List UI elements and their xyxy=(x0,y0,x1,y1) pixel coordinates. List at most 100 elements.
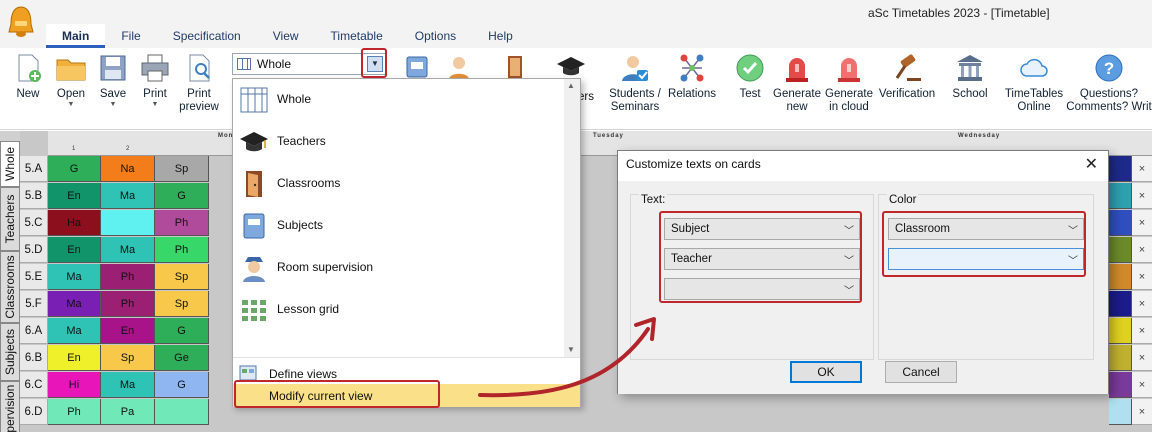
side-tab-classrooms[interactable]: Classrooms xyxy=(0,251,20,323)
lesson-card[interactable] xyxy=(1109,183,1132,209)
side-tab-supervision[interactable]: Supervision xyxy=(0,381,20,432)
lesson-card[interactable]: Ma xyxy=(101,183,155,209)
lesson-card[interactable]: Ph xyxy=(101,264,155,290)
dropdown-item-teachers[interactable]: Teachers xyxy=(233,121,564,163)
lesson-card[interactable]: Ph xyxy=(101,291,155,317)
timetables-online-button[interactable]: TimeTables Online xyxy=(1004,52,1064,114)
lesson-card[interactable] xyxy=(1109,156,1132,182)
lesson-card[interactable] xyxy=(1109,264,1132,290)
row-close-icon[interactable]: × xyxy=(1132,237,1152,263)
tab-help[interactable]: Help xyxy=(472,24,529,48)
questions-button[interactable]: ? Questions? Comments? Writ xyxy=(1066,52,1152,114)
row-label[interactable]: 5.B xyxy=(20,183,48,209)
dropdown-item-whole[interactable]: Whole xyxy=(233,79,564,121)
row-label[interactable]: 5.A xyxy=(20,156,48,182)
lesson-card[interactable]: Sp xyxy=(155,264,209,290)
lesson-card[interactable]: Ph xyxy=(155,210,209,236)
test-button[interactable]: Test xyxy=(734,52,766,101)
dropdown-item-subjects[interactable]: Subjects xyxy=(233,205,564,247)
row-label[interactable]: 6.B xyxy=(20,345,48,371)
generate-new-button[interactable]: Generate new xyxy=(772,52,822,114)
lesson-card[interactable] xyxy=(1109,318,1132,344)
scroll-up-icon[interactable]: ▲ xyxy=(567,81,575,90)
row-label[interactable]: 5.F xyxy=(20,291,48,317)
row-close-icon[interactable]: × xyxy=(1132,156,1152,182)
lesson-card[interactable]: Na xyxy=(101,156,155,182)
lesson-card[interactable] xyxy=(1109,399,1132,425)
lesson-card[interactable]: Ha xyxy=(48,210,101,236)
teacher-icon[interactable] xyxy=(446,54,472,80)
open-button[interactable]: Open ▼ xyxy=(52,52,90,109)
row-label[interactable]: 5.C xyxy=(20,210,48,236)
row-close-icon[interactable]: × xyxy=(1132,399,1152,425)
lesson-card[interactable] xyxy=(1109,291,1132,317)
lesson-card[interactable]: G xyxy=(155,318,209,344)
subjects-icon[interactable] xyxy=(404,54,430,80)
row-close-icon[interactable]: × xyxy=(1132,345,1152,371)
side-tab-subjects[interactable]: Subjects xyxy=(0,323,20,381)
tab-main[interactable]: Main xyxy=(46,24,106,48)
lesson-card[interactable]: Ph xyxy=(155,237,209,263)
lesson-card[interactable]: Ma xyxy=(101,237,155,263)
lesson-card[interactable]: Hi xyxy=(48,372,101,398)
tab-timetable[interactable]: Timetable xyxy=(315,24,399,48)
row-label[interactable]: 6.D xyxy=(20,399,48,425)
row-label[interactable]: 5.D xyxy=(20,237,48,263)
side-tab-whole[interactable]: Whole xyxy=(0,141,20,187)
tab-file[interactable]: File xyxy=(105,24,156,48)
graduation-cap-icon[interactable] xyxy=(556,54,586,80)
row-label[interactable]: 6.C xyxy=(20,372,48,398)
generate-in-cloud-button[interactable]: Generate in cloud xyxy=(824,52,874,114)
lesson-card[interactable] xyxy=(1109,372,1132,398)
dropdown-item-classrooms[interactable]: Classrooms xyxy=(233,163,564,205)
app-bell-logo-icon[interactable] xyxy=(6,4,36,40)
lesson-card[interactable]: En xyxy=(101,318,155,344)
lesson-card[interactable] xyxy=(1109,210,1132,236)
lesson-card[interactable]: Pa xyxy=(101,399,155,425)
lesson-card[interactable]: Sp xyxy=(101,345,155,371)
relations-button[interactable]: Relations xyxy=(666,52,718,101)
lesson-card[interactable]: En xyxy=(48,183,101,209)
lesson-card[interactable]: Ge xyxy=(155,345,209,371)
lesson-card[interactable]: Ma xyxy=(48,291,101,317)
lesson-card[interactable]: Ma xyxy=(48,264,101,290)
verification-button[interactable]: Verification xyxy=(876,52,938,101)
print-button[interactable]: Print ▼ xyxy=(138,52,172,109)
dropdown-item-room-supervision[interactable]: Room supervision xyxy=(233,247,564,289)
lesson-card[interactable]: Sp xyxy=(155,156,209,182)
lesson-card[interactable]: Ph xyxy=(48,399,101,425)
tab-specification[interactable]: Specification xyxy=(157,24,257,48)
row-close-icon[interactable]: × xyxy=(1132,183,1152,209)
lesson-card[interactable]: Sp xyxy=(155,291,209,317)
lesson-card[interactable]: G xyxy=(155,183,209,209)
lesson-card[interactable]: G xyxy=(48,156,101,182)
tab-view[interactable]: View xyxy=(257,24,315,48)
lesson-card[interactable]: En xyxy=(48,345,101,371)
row-close-icon[interactable]: × xyxy=(1132,210,1152,236)
lesson-card[interactable] xyxy=(155,399,209,425)
row-close-icon[interactable]: × xyxy=(1132,372,1152,398)
close-icon[interactable]: ✕ xyxy=(1085,154,1098,174)
cancel-button[interactable]: Cancel xyxy=(885,361,957,383)
lesson-card[interactable] xyxy=(101,210,155,236)
print-preview-button[interactable]: Print preview xyxy=(178,52,220,114)
lesson-card[interactable]: Ma xyxy=(48,318,101,344)
row-label[interactable]: 6.A xyxy=(20,318,48,344)
school-button[interactable]: School xyxy=(950,52,990,101)
side-tab-teachers[interactable]: Teachers xyxy=(0,187,20,251)
lesson-card[interactable] xyxy=(1109,345,1132,371)
row-label[interactable]: 5.E xyxy=(20,264,48,290)
lesson-card[interactable]: Ma xyxy=(101,372,155,398)
lesson-card[interactable]: En xyxy=(48,237,101,263)
row-close-icon[interactable]: × xyxy=(1132,318,1152,344)
new-button[interactable]: New xyxy=(10,52,46,101)
row-close-icon[interactable]: × xyxy=(1132,264,1152,290)
lesson-card[interactable] xyxy=(1109,237,1132,263)
row-close-icon[interactable]: × xyxy=(1132,291,1152,317)
save-button[interactable]: Save ▼ xyxy=(96,52,130,109)
door-icon[interactable] xyxy=(502,54,528,80)
students-seminars-button[interactable]: Students / Seminars xyxy=(606,52,664,114)
ok-button[interactable]: OK xyxy=(790,361,862,383)
lesson-card[interactable]: G xyxy=(155,372,209,398)
tab-options[interactable]: Options xyxy=(399,24,472,48)
